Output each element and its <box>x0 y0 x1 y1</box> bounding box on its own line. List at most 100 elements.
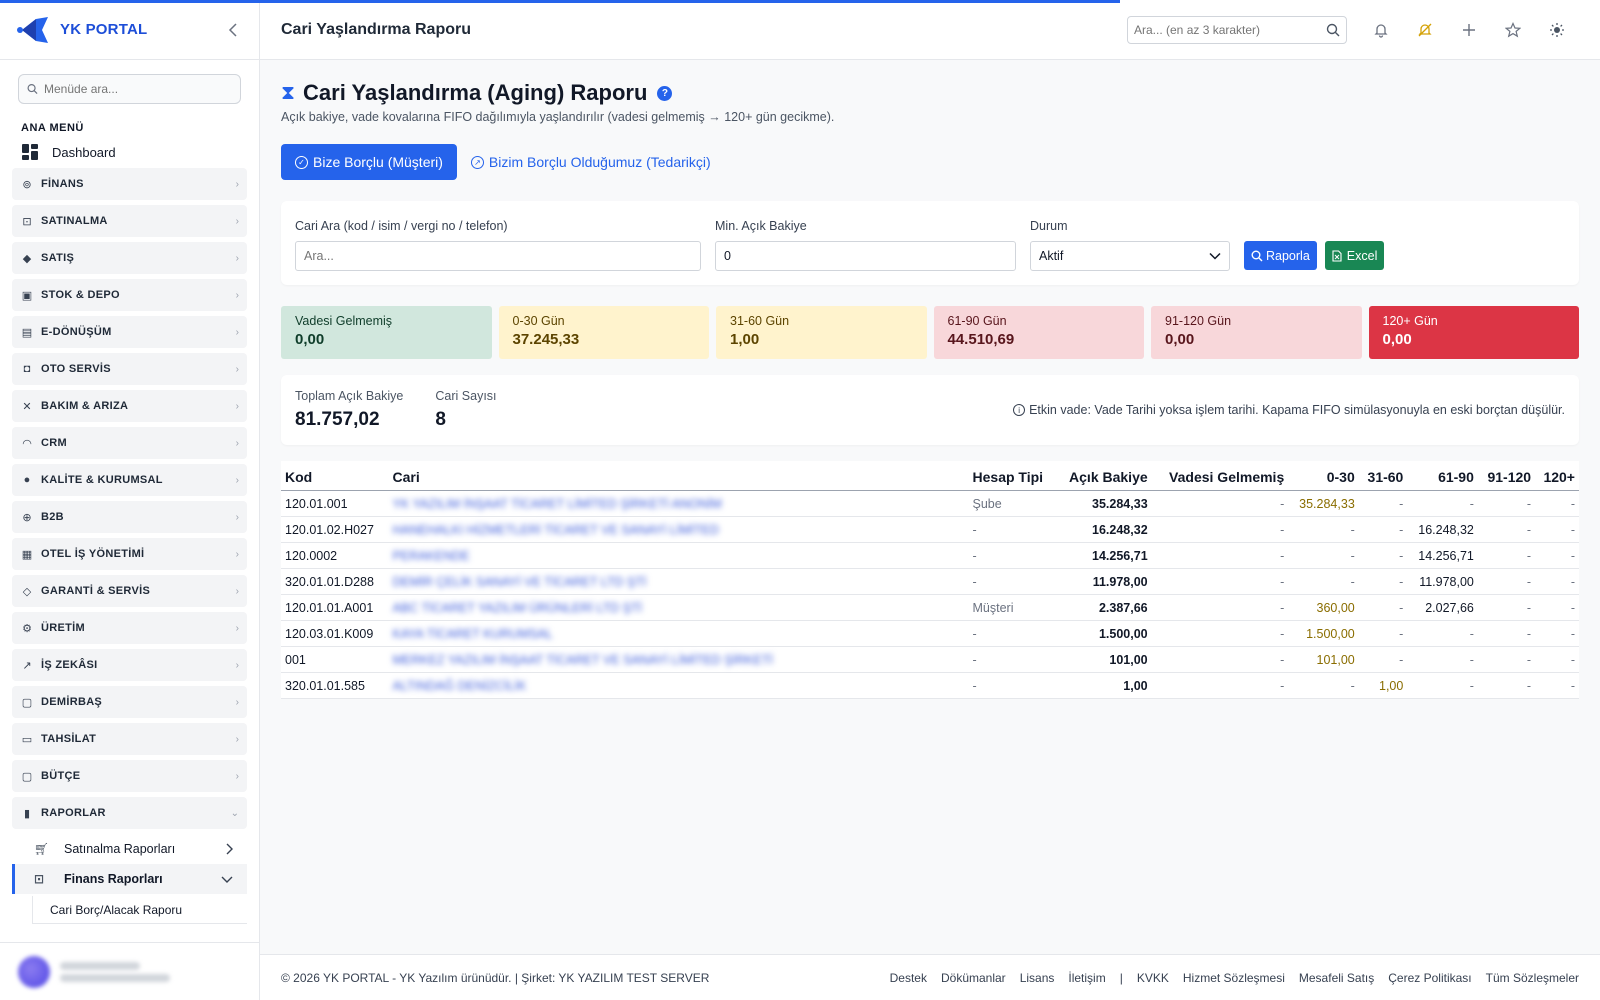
cari-name-cell[interactable]: HANEHALKI HİZMETLERİ TİCARET VE SANAYİ L… <box>388 516 969 543</box>
table-row[interactable]: 320.01.01.585 ALTINDAĞ DENİZCİLİK -1,00- -1… <box>281 672 1579 699</box>
table-cell: 1,00 <box>1358 672 1408 699</box>
column-header[interactable]: Açık Bakiye <box>1055 461 1152 491</box>
theme-toggle-button[interactable] <box>1535 14 1579 46</box>
table-row[interactable]: 120.0002 PERAKENDE -14.256,71- - -14.256,71-… <box>281 542 1579 569</box>
footer-link[interactable]: Hizmet Sözleşmesi <box>1183 971 1285 985</box>
column-header[interactable]: Hesap Tipi <box>968 461 1056 491</box>
tab-supplier[interactable]: ↗ Bizim Borçlu Olduğumuz (Tedarikçi) <box>457 144 725 180</box>
table-row[interactable]: 120.01.001 YK YAZILIM İNŞAAT TİCARET LİMİ… <box>281 490 1579 517</box>
cari-name-cell[interactable]: ALTINDAĞ DENİZCİLİK <box>388 672 969 699</box>
favorites-button[interactable] <box>1491 14 1535 46</box>
menu-group-10[interactable]: ▦ OTEL İŞ YÖNETİMİ › <box>12 538 247 570</box>
footer-link[interactable]: Mesafeli Satış <box>1299 971 1374 985</box>
min-balance-input[interactable] <box>715 241 1016 271</box>
menu-item-dashboard[interactable]: Dashboard <box>0 140 259 168</box>
footer-link[interactable]: İletişim <box>1068 971 1105 985</box>
sidebar-collapse-button[interactable] <box>223 20 243 40</box>
footer-link[interactable]: Dökümanlar <box>941 971 1006 985</box>
sub-item-satinalma-raporlari[interactable]: 🛒︎ Satınalma Raporları <box>12 834 247 864</box>
excel-button[interactable]: Excel <box>1324 241 1385 270</box>
table-cell: - <box>1288 542 1359 569</box>
table-cell: 320.01.01.585 <box>281 672 389 699</box>
menu-group-2[interactable]: ◆ SATIŞ › <box>12 242 247 274</box>
footer-link[interactable]: KVKK <box>1137 971 1169 985</box>
table-cell: - <box>1407 646 1478 673</box>
sidebar-user[interactable] <box>0 942 259 1000</box>
cari-name-cell[interactable]: YK YAZILIM İNŞAAT TİCARET LİMİTED ŞİRKET… <box>388 490 969 517</box>
table-cell: 120.0002 <box>281 542 389 569</box>
cari-name-cell[interactable]: ABC TİCARET YAZILIM ÜRÜNLERİ LTD ŞTİ <box>388 594 969 621</box>
notifications-button[interactable] <box>1359 14 1403 46</box>
tab-customer[interactable]: ✓ Bize Borçlu (Müşteri) <box>281 144 457 180</box>
table-row[interactable]: 320.01.01.D288 DEMİR ÇELİK SANAYİ VE TİCA… <box>281 568 1579 595</box>
cari-name-cell[interactable]: MERKEZ YAZILIM İNŞAAT TİCARET VE SANAYİ … <box>388 646 969 673</box>
column-header[interactable]: 120+ <box>1535 461 1579 491</box>
table-cell: - <box>968 620 1056 647</box>
menu-group-4[interactable]: ▤ E-DÖNÜŞÜM › <box>12 316 247 348</box>
menu-group-0[interactable]: ⊚ FİNANS › <box>12 168 247 200</box>
bucket-label: 61-90 Gün <box>947 314 1007 328</box>
menu-group-12[interactable]: ⚙︎ ÜRETİM › <box>12 612 247 644</box>
summary-card: Toplam Açık Bakiye 81.757,02 Cari Sayısı… <box>281 375 1579 445</box>
bucket-value: 0,00 <box>1382 331 1412 348</box>
menu-group-14[interactable]: ▢ DEMİRBAŞ › <box>12 686 247 718</box>
menu-group-16[interactable]: ▢ BÜTÇE › <box>12 760 247 792</box>
column-header[interactable]: Kod <box>281 461 389 491</box>
help-icon[interactable]: ? <box>657 85 673 101</box>
menu-group-7[interactable]: ◠ CRM › <box>12 427 247 459</box>
menu-group-6[interactable]: ✕ BAKIM & ARIZA › <box>12 390 247 422</box>
table-row[interactable]: 120.01.02.H027 HANEHALKI HİZMETLERİ TİCAR… <box>281 516 1579 543</box>
table-cell: - <box>1535 620 1579 647</box>
mute-notifications-button[interactable] <box>1403 14 1447 46</box>
global-search-input[interactable] <box>1134 22 1326 37</box>
report-button[interactable]: Raporla <box>1244 241 1317 270</box>
chevron-right-icon: › <box>235 770 239 782</box>
add-button[interactable] <box>1447 14 1491 46</box>
cari-name-link[interactable]: YK YAZILIM İNŞAAT TİCARET LİMİTED ŞİRKET… <box>393 497 722 511</box>
column-header[interactable]: 31-60 <box>1358 461 1408 491</box>
menu-group-11[interactable]: ◇ GARANTİ & SERVİS › <box>12 575 247 607</box>
footer-link[interactable]: Lisans <box>1020 971 1055 985</box>
menu-group-15[interactable]: ▭ TAHSİLAT › <box>12 723 247 755</box>
status-select[interactable]: Aktif <box>1030 241 1230 271</box>
column-header[interactable]: 0-30 <box>1288 461 1359 491</box>
sub-item-finans-raporlari[interactable]: ⊡ Finans Raporları <box>12 864 247 894</box>
menu-group-8[interactable]: ● KALİTE & KURUMSAL › <box>12 464 247 496</box>
menu-group-5[interactable]: ◘ OTO SERVİS › <box>12 353 247 385</box>
cari-name-link[interactable]: KAYA TİCARET KURUMSAL <box>393 627 553 641</box>
cari-name-link[interactable]: ALTINDAĞ DENİZCİLİK <box>393 679 527 693</box>
cari-search-input[interactable] <box>295 241 701 271</box>
menu-group-1[interactable]: ⊡ SATINALMA › <box>12 205 247 237</box>
column-header[interactable]: Vadesi Gelmemiş <box>1151 461 1289 491</box>
cari-name-cell[interactable]: DEMİR ÇELİK SANAYİ VE TİCARET LTD ŞTİ <box>388 568 969 595</box>
cari-name-link[interactable]: MERKEZ YAZILIM İNŞAAT TİCARET VE SANAYİ … <box>393 653 773 667</box>
table-cell: 35.284,33 <box>1288 490 1359 517</box>
menu-group-13[interactable]: ↗ İŞ ZEKÂSI › <box>12 649 247 681</box>
menu-search-input[interactable] <box>44 82 232 96</box>
cari-name-cell[interactable]: PERAKENDE <box>388 542 969 569</box>
menu-group-3[interactable]: ▣ STOK & DEPO › <box>12 279 247 311</box>
footer-link[interactable]: Destek <box>890 971 927 985</box>
cari-name-link[interactable]: PERAKENDE <box>393 549 470 563</box>
search-icon[interactable] <box>1326 23 1340 37</box>
footer-link[interactable]: Tüm Sözleşmeler <box>1486 971 1579 985</box>
menu-group-9[interactable]: ⊕ B2B › <box>12 501 247 533</box>
cari-name-link[interactable]: DEMİR ÇELİK SANAYİ VE TİCARET LTD ŞTİ <box>393 575 647 589</box>
menu-group-label: KALİTE & KURUMSAL <box>41 474 163 486</box>
sub-sub-item-cari-borc-alacak[interactable]: Cari Borç/Alacak Raporu <box>32 896 247 924</box>
column-header[interactable]: 91-120 <box>1477 461 1536 491</box>
cari-name-link[interactable]: ABC TİCARET YAZILIM ÜRÜNLERİ LTD ŞTİ <box>393 601 643 615</box>
table-row[interactable]: 001 MERKEZ YAZILIM İNŞAAT TİCARET VE SANA… <box>281 646 1579 673</box>
table-cell: - <box>1358 542 1408 569</box>
menu-group-17[interactable]: ▮ RAPORLAR ⌄ <box>12 797 247 829</box>
cari-name-link[interactable]: HANEHALKI HİZMETLERİ TİCARET VE SANAYİ L… <box>393 523 719 537</box>
column-header[interactable]: 61-90 <box>1407 461 1478 491</box>
chevron-right-icon: › <box>235 548 239 560</box>
table-row[interactable]: 120.01.01.A001 ABC TİCARET YAZILIM ÜRÜNLE… <box>281 594 1579 621</box>
table-row[interactable]: 120.03.01.K009 KAYA TİCARET KURUMSAL -1.50… <box>281 620 1579 647</box>
table-cell: - <box>968 542 1056 569</box>
column-header[interactable]: Cari <box>388 461 969 491</box>
cari-name-cell[interactable]: KAYA TİCARET KURUMSAL <box>388 620 969 647</box>
footer-link[interactable]: Çerez Politikası <box>1388 971 1471 985</box>
tab-customer-label: Bize Borçlu (Müşteri) <box>313 154 443 170</box>
